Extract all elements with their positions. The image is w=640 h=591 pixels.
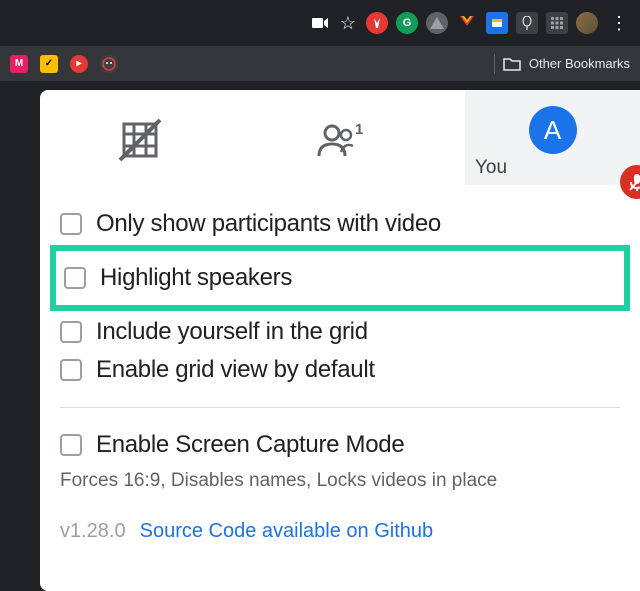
avatar: A — [529, 106, 577, 154]
other-bookmarks-button[interactable]: Other Bookmarks — [529, 56, 630, 71]
browser-toolbar: ☆ G ⋮ — [0, 0, 640, 46]
checkbox-only-video[interactable] — [60, 213, 82, 235]
people-tab[interactable]: 1 — [240, 122, 440, 158]
bookmark-item-4[interactable] — [100, 55, 118, 73]
bookmark-item-3[interactable]: ▸ — [70, 55, 88, 73]
you-label: You — [475, 157, 507, 179]
extension-icon-5[interactable] — [486, 12, 508, 34]
profile-avatar-icon[interactable] — [576, 12, 598, 34]
browser-menu-icon[interactable]: ⋮ — [606, 13, 632, 34]
option-enable-default: Enable grid view by default — [60, 351, 620, 389]
divider — [494, 54, 495, 74]
extension-icon-3[interactable] — [426, 12, 448, 34]
extension-icon-2[interactable]: G — [396, 12, 418, 34]
camera-icon[interactable] — [310, 13, 330, 33]
option-only-video: Only show participants with video — [60, 205, 620, 243]
bookmark-star-icon[interactable]: ☆ — [338, 13, 358, 33]
tab-row: 1 You A — [40, 105, 640, 175]
folder-icon — [503, 57, 521, 71]
label-screen-capture: Enable Screen Capture Mode — [96, 431, 404, 459]
bookmarks-bar: M ✓ ▸ Other Bookmarks — [0, 46, 640, 82]
screen-capture-description: Forces 16:9, Disables names, Locks video… — [60, 470, 620, 492]
label-enable-default: Enable grid view by default — [96, 356, 375, 384]
settings-panel: 1 You A Only show participants with vide… — [40, 90, 640, 591]
version-label: v1.28.0 — [60, 520, 126, 543]
self-video-tile[interactable]: You A — [465, 90, 640, 185]
bookmark-item-1[interactable]: M — [10, 55, 28, 73]
footer: v1.28.0 Source Code available on Github — [40, 502, 640, 543]
checkbox-screen-capture[interactable] — [60, 434, 82, 456]
option-include-yourself: Include yourself in the grid — [60, 313, 620, 351]
content-area: 1 You A Only show participants with vide… — [0, 82, 640, 591]
checkbox-include-yourself[interactable] — [60, 321, 82, 343]
extension-icon-7[interactable] — [546, 12, 568, 34]
options-list: Only show participants with video Highli… — [40, 175, 640, 502]
grid-off-tab[interactable] — [40, 118, 240, 162]
checkbox-enable-default[interactable] — [60, 359, 82, 381]
label-include-yourself: Include yourself in the grid — [96, 318, 368, 346]
option-highlight-speakers: Highlight speakers — [64, 259, 616, 297]
extension-icon-4[interactable] — [456, 12, 478, 34]
checkbox-highlight-speakers[interactable] — [64, 267, 86, 289]
extension-icon-6[interactable] — [516, 12, 538, 34]
source-code-link[interactable]: Source Code available on Github — [140, 520, 434, 543]
option-screen-capture: Enable Screen Capture Mode — [60, 426, 620, 464]
label-highlight-speakers: Highlight speakers — [100, 264, 292, 292]
bookmark-item-2[interactable]: ✓ — [40, 55, 58, 73]
highlight-annotation: Highlight speakers — [50, 245, 630, 311]
label-only-video: Only show participants with video — [96, 210, 441, 238]
divider — [60, 407, 620, 408]
extension-icon-1[interactable] — [366, 12, 388, 34]
svg-text:1: 1 — [355, 122, 363, 138]
